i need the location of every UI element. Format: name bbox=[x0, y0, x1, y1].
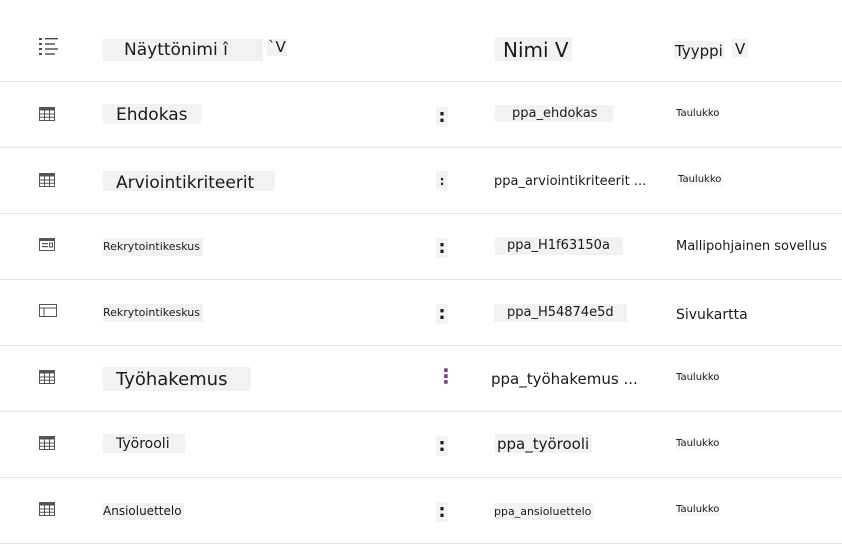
type-cell: Taulukko bbox=[676, 372, 720, 384]
table-row[interactable]: Työrooli : ppa_työrooli Taulukko bbox=[0, 412, 842, 478]
more-options-button[interactable]: : bbox=[436, 304, 448, 324]
name-cell: ppa_H1f63150a bbox=[495, 237, 623, 255]
table-row[interactable]: Rekrytointikeskus : ppa_H1f63150a Mallip… bbox=[0, 214, 842, 280]
type-cell: Sivukartta bbox=[676, 307, 748, 323]
type-cell: Taulukko bbox=[676, 174, 724, 186]
name-column-header[interactable]: Nimi V bbox=[495, 37, 572, 62]
name-cell: ppa_ehdokas bbox=[495, 105, 613, 122]
type-sort-button[interactable]: V bbox=[732, 39, 749, 58]
display-name-cell[interactable]: Työrooli bbox=[103, 434, 185, 453]
list-header: Näyttönimi î `V Nimi V Tyyppi V bbox=[0, 15, 842, 82]
more-options-button[interactable]: : bbox=[436, 107, 448, 127]
list-view-icon[interactable] bbox=[39, 38, 59, 56]
display-name-sort-button[interactable]: `V bbox=[267, 39, 287, 56]
type-cell: Taulukko bbox=[676, 504, 720, 516]
table-icon bbox=[39, 436, 55, 450]
display-name-cell[interactable]: Ansioluettelo bbox=[103, 503, 184, 520]
type-cell: Taulukko bbox=[676, 108, 720, 120]
table-icon bbox=[39, 173, 55, 187]
display-name-column-header[interactable]: Näyttönimi î bbox=[103, 39, 263, 61]
table-icon bbox=[39, 370, 55, 384]
type-column-header[interactable]: Tyyppi bbox=[674, 41, 724, 60]
name-cell: ppa_ansioluettelo bbox=[494, 503, 594, 520]
table-row[interactable]: Ansioluettelo : ppa_ansioluettelo Tauluk… bbox=[0, 478, 842, 544]
table-row[interactable]: Arviointikriteerit : ppa_arviointikritee… bbox=[0, 148, 842, 214]
more-options-button[interactable]: : bbox=[436, 238, 448, 258]
type-cell: Taulukko bbox=[676, 438, 720, 450]
display-name-cell[interactable]: Rekrytointikeskus bbox=[103, 304, 203, 322]
name-cell: ppa_arviointikriteerit ... bbox=[494, 174, 647, 189]
more-options-button[interactable]: : bbox=[436, 171, 448, 191]
model-driven-app-icon bbox=[39, 238, 55, 251]
table-row[interactable]: Rekrytointikeskus : ppa_H54874e5d Sivuka… bbox=[0, 280, 842, 346]
display-name-cell[interactable]: Rekrytointikeskus bbox=[103, 238, 203, 256]
display-name-cell[interactable]: Työhakemus bbox=[103, 367, 251, 391]
more-options-button[interactable]: : bbox=[436, 436, 448, 456]
name-cell: ppa_työrooli bbox=[495, 434, 593, 453]
display-name-cell[interactable]: Arviointikriteerit bbox=[103, 171, 275, 193]
sitemap-icon bbox=[39, 304, 57, 317]
type-cell: Mallipohjainen sovellus bbox=[676, 239, 827, 254]
more-options-button[interactable]: : bbox=[436, 502, 448, 522]
table-icon bbox=[39, 502, 55, 516]
name-cell: ppa_työhakemus ... bbox=[491, 370, 638, 388]
table-icon bbox=[39, 107, 55, 121]
table-row[interactable]: Ehdokas : ppa_ehdokas Taulukko bbox=[0, 82, 842, 148]
name-cell: ppa_H54874e5d bbox=[494, 304, 627, 322]
more-options-button[interactable]: ⋮ bbox=[436, 366, 456, 386]
table-row[interactable]: Työhakemus ⋮ ppa_työhakemus ... Taulukko bbox=[0, 346, 842, 412]
display-name-cell[interactable]: Ehdokas bbox=[103, 104, 201, 125]
